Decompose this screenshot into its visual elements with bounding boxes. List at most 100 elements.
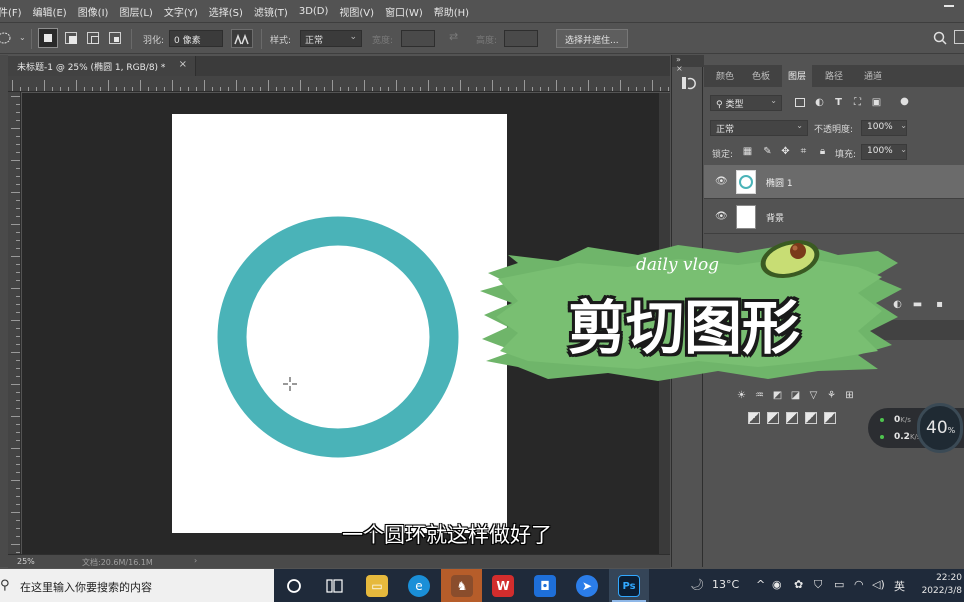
media-app-icon[interactable]: ♞ — [451, 575, 473, 597]
tab-channels[interactable]: 通道 — [864, 69, 882, 82]
add-selection-button[interactable] — [65, 32, 77, 44]
wifi-icon[interactable]: ◠ — [854, 578, 864, 591]
menu-window[interactable]: 窗口(W) — [385, 4, 423, 19]
menu-3d[interactable]: 3D(D) — [299, 6, 329, 17]
curves-icon[interactable]: ◩ — [772, 390, 783, 401]
menu-file[interactable]: 件(F) — [0, 4, 22, 19]
levels-icon[interactable]: ♒ — [754, 390, 765, 401]
menu-help[interactable]: 帮助(H) — [434, 4, 469, 19]
layer-name[interactable]: 椭圆 1 — [766, 176, 793, 189]
file-explorer-icon[interactable]: ▭ — [366, 575, 388, 597]
menu-type[interactable]: 文字(Y) — [164, 4, 198, 19]
zoom-level[interactable]: 25% — [17, 557, 35, 566]
posterize-icon[interactable] — [767, 412, 779, 424]
layer-name[interactable]: 背景 — [766, 211, 784, 224]
color-balance-icon[interactable]: ⊞ — [844, 390, 855, 401]
vibrance-icon[interactable]: ▽ — [808, 390, 819, 401]
workspace-icon[interactable] — [954, 30, 964, 44]
tab-paths[interactable]: 路径 — [825, 69, 843, 82]
shield-icon[interactable]: ⛉ — [814, 578, 822, 592]
weather-icon[interactable]: 🌙︎ — [690, 578, 704, 591]
subtract-selection-button[interactable] — [87, 32, 99, 44]
menu-image[interactable]: 图像(I) — [78, 4, 109, 19]
cpu-gauge[interactable]: 40% — [917, 403, 963, 453]
tab-layers[interactable]: 图层 — [782, 65, 813, 87]
lock-all-icon[interactable]: 🔒︎ — [817, 146, 828, 157]
panel-header[interactable]: » × — [672, 55, 704, 73]
height-input[interactable] — [504, 30, 538, 47]
ruler-tick — [16, 248, 20, 249]
menu-filter[interactable]: 滤镜(T) — [254, 4, 288, 19]
tab-swatches[interactable]: 色板 — [752, 69, 770, 82]
opacity-input[interactable]: 100% ⌄ — [861, 120, 907, 136]
layer-row-ellipse[interactable]: 👁︎ 椭圆 1 — [704, 165, 964, 199]
marquee-tool-icon[interactable] — [0, 32, 12, 44]
smart-object-filter-icon[interactable]: ▣ — [871, 97, 882, 108]
tray-app2-icon[interactable]: ✿ — [794, 578, 803, 591]
eye-icon[interactable]: 👁︎ — [715, 211, 728, 222]
filter-toggle-icon[interactable]: ● — [899, 96, 910, 107]
new-group-icon[interactable]: ▬ — [912, 299, 923, 310]
width-input[interactable] — [401, 30, 435, 47]
wps-office-icon[interactable]: W — [492, 575, 514, 597]
brightness-icon[interactable]: ☀ — [736, 390, 747, 401]
shape-filter-icon[interactable]: ⛶ — [852, 97, 863, 108]
edge-browser-icon[interactable]: e — [408, 575, 430, 597]
menu-edit[interactable]: 编辑(E) — [33, 4, 67, 19]
task-view-icon[interactable] — [326, 578, 344, 594]
threshold-icon[interactable] — [786, 412, 798, 424]
start-circle-icon[interactable] — [286, 578, 302, 594]
tray-app-icon[interactable]: ◉ — [772, 578, 782, 591]
tab-color[interactable]: 颜色 — [716, 69, 734, 82]
minimize-icon[interactable] — [944, 5, 954, 7]
anti-alias-toggle[interactable] — [231, 29, 253, 48]
type-filter-icon[interactable]: T — [833, 97, 844, 108]
invert-icon[interactable] — [748, 412, 760, 424]
feishu-app-icon[interactable]: ➤ — [576, 575, 598, 597]
intersect-selection-button[interactable] — [109, 32, 121, 44]
menu-layer[interactable]: 图层(L) — [119, 4, 152, 19]
volume-icon[interactable]: ◁) — [872, 578, 885, 591]
blend-mode-select[interactable]: 正常 ⌄ — [710, 120, 808, 136]
layer-row-background[interactable]: 👁︎ 背景 — [704, 200, 964, 234]
lock-artboard-icon[interactable]: ⌗ — [798, 146, 809, 157]
lock-image-icon[interactable]: ✎ — [762, 146, 773, 157]
new-layer-icon[interactable]: ▪ — [934, 299, 945, 310]
search-icon[interactable] — [933, 31, 947, 45]
ruler-tick — [628, 87, 629, 91]
select-and-mask-button[interactable]: 选择并遮住... — [556, 29, 628, 48]
new-selection-button[interactable] — [38, 28, 58, 48]
weather-temperature[interactable]: 13°C — [712, 578, 739, 591]
pixel-filter-icon[interactable] — [795, 98, 805, 107]
battery-icon[interactable]: ▭ — [834, 578, 844, 591]
feather-input[interactable]: 0 像素 — [169, 30, 223, 47]
qq-app-icon[interactable]: ◘ — [534, 575, 556, 597]
tool-preset-chevron-icon[interactable]: ⌄ — [19, 33, 26, 42]
exposure-icon[interactable]: ◪ — [790, 390, 801, 401]
close-icon[interactable]: × — [179, 59, 187, 70]
photoshop-icon[interactable]: Ps — [618, 575, 640, 597]
selective-color-icon[interactable] — [824, 412, 836, 424]
document-canvas[interactable] — [172, 114, 507, 533]
taskbar-search[interactable]: ⚲ 在这里输入你要搜索的内容 — [0, 569, 274, 602]
toolbar-strip[interactable] — [0, 55, 8, 567]
gradient-map-icon[interactable] — [805, 412, 817, 424]
hue-icon[interactable]: ⚘ — [826, 390, 837, 401]
lock-transparent-icon[interactable]: ▦ — [742, 146, 753, 157]
ruler-tick — [11, 128, 20, 129]
document-tab[interactable]: 未标题-1 @ 25% (椭圆 1, RGB/8) * × — [8, 56, 196, 76]
ime-indicator[interactable]: 英 — [894, 578, 905, 594]
style-select[interactable]: 正常 ⌄ — [300, 30, 362, 47]
swap-icon[interactable]: ⇄ — [449, 30, 458, 43]
layer-filter-select[interactable]: ⚲ 类型 ⌄ — [710, 95, 782, 111]
adjustment-filter-icon[interactable]: ◐ — [814, 97, 825, 108]
fill-input[interactable]: 100% ⌄ — [861, 144, 907, 160]
history-panel-icon[interactable] — [680, 75, 696, 93]
menu-select[interactable]: 选择(S) — [209, 4, 243, 19]
lock-position-icon[interactable]: ✥ — [780, 146, 791, 157]
clock[interactable]: 22:20 2022/3/8 — [918, 572, 962, 598]
eye-icon[interactable]: 👁︎ — [715, 176, 728, 187]
menu-view[interactable]: 视图(V) — [339, 4, 374, 19]
chevron-right-icon[interactable]: › — [194, 556, 197, 565]
chevron-up-icon[interactable]: ^ — [756, 578, 765, 591]
